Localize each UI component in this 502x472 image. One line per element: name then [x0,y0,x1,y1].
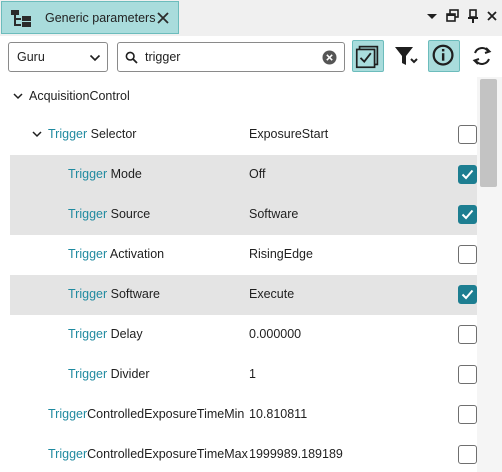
param-name-match: Trigger [68,167,108,181]
vertical-scrollbar[interactable] [477,77,502,472]
search-icon [125,51,138,64]
chevron-down-icon [89,54,101,62]
param-name-rest: Source [107,207,151,221]
visibility-select[interactable]: Guru [8,42,108,72]
filter-icon [395,47,418,65]
param-value[interactable]: Off [249,167,265,181]
param-value[interactable]: 1 [249,367,256,381]
tree-row-root[interactable]: AcquisitionControl [10,77,477,117]
param-name-match: Trigger [48,407,88,421]
param-name: Trigger Software [68,287,160,301]
checkmark-icon [461,209,474,220]
param-name-rest: Selector [87,127,137,141]
param-name-rest: Mode [107,167,142,181]
param-name-match: Trigger [48,447,88,461]
info-button[interactable] [428,40,460,72]
checklist-button[interactable] [352,40,384,72]
tree-row[interactable]: Trigger Software Execute [10,275,477,315]
tree-row[interactable]: Trigger Selector ExposureStart [10,115,477,155]
param-name: TriggerControlledExposureTimeMin [48,407,244,421]
refresh-button[interactable] [466,40,498,72]
chevron-down-icon[interactable] [32,129,42,139]
param-value[interactable]: ExposureStart [249,127,328,141]
param-name-match: Trigger [68,327,108,341]
param-checkbox[interactable] [458,405,477,424]
param-checkbox[interactable] [458,445,477,464]
param-name-match: Trigger [68,287,108,301]
param-checkbox[interactable] [458,325,477,344]
parameter-tree-icon [11,10,31,27]
parameter-tree: AcquisitionControl Trigger Selector Expos… [10,77,477,472]
close-icon[interactable] [154,9,172,27]
param-name-match: Trigger [68,247,108,261]
refresh-icon [472,47,492,65]
visibility-select-value: Guru [17,50,45,64]
param-value[interactable]: 0.000000 [249,327,301,341]
param-name-rest: ControlledExposureTimeMax [87,447,248,461]
param-name-rest: Activation [107,247,165,261]
close-panel-icon[interactable] [484,8,500,24]
dropdown-menu-icon[interactable] [424,8,440,24]
param-checkbox[interactable] [458,285,477,304]
param-name: Trigger Divider [68,367,150,381]
param-name: Trigger Source [68,207,150,221]
pin-icon[interactable] [465,8,481,24]
checkmark-icon [461,289,474,300]
param-value[interactable]: Execute [249,287,294,301]
param-checkbox[interactable] [458,125,477,144]
param-name: Trigger Delay [68,327,143,341]
param-name-match: Trigger [68,207,108,221]
param-value[interactable]: 1999989.189189 [249,447,343,461]
param-name-match: Trigger [68,367,108,381]
param-checkbox[interactable] [458,365,477,384]
param-name-rest: Delay [107,327,143,341]
param-checkbox[interactable] [458,245,477,264]
tree-row[interactable]: Trigger Mode Off [10,155,477,195]
root-label: AcquisitionControl [29,89,130,103]
filter-button[interactable] [390,40,422,72]
param-name: Trigger Mode [68,167,142,181]
search-box[interactable] [117,42,345,72]
param-name: Trigger Activation [68,247,164,261]
toolbar: Guru [0,36,502,77]
tree-row[interactable]: TriggerControlledExposureTimeMax 1999989.… [10,435,477,472]
param-value[interactable]: Software [249,207,298,221]
tree-row[interactable]: Trigger Activation RisingEdge [10,235,477,275]
param-name-rest: ControlledExposureTimeMin [87,407,245,421]
param-name-rest: Software [107,287,160,301]
param-checkbox[interactable] [458,205,477,224]
checklist-icon [355,45,379,69]
search-input[interactable] [145,48,315,66]
param-value[interactable]: 10.810811 [249,407,307,421]
tree-row[interactable]: Trigger Delay 0.000000 [10,315,477,355]
param-name: TriggerControlledExposureTimeMax [48,447,248,461]
tab-generic-parameters[interactable]: Generic parameters [1,1,179,34]
param-value[interactable]: RisingEdge [249,247,313,261]
chevron-down-icon[interactable] [13,91,23,101]
tree-row[interactable]: Trigger Divider 1 [10,355,477,395]
param-name: Trigger Selector [48,127,136,141]
checkmark-icon [461,169,474,180]
info-icon [432,44,454,66]
param-name-rest: Divider [107,367,150,381]
param-name-match: Trigger [48,127,88,141]
tab-title: Generic parameters [45,11,156,25]
scrollbar-thumb[interactable] [480,79,497,187]
tree-row[interactable]: Trigger Source Software [10,195,477,235]
param-checkbox[interactable] [458,165,477,184]
panel-tab-bar: Generic parameters [0,0,502,36]
clear-icon[interactable] [322,50,337,65]
float-window-icon[interactable] [445,8,461,24]
tree-row[interactable]: TriggerControlledExposureTimeMin 10.81081… [10,395,477,435]
